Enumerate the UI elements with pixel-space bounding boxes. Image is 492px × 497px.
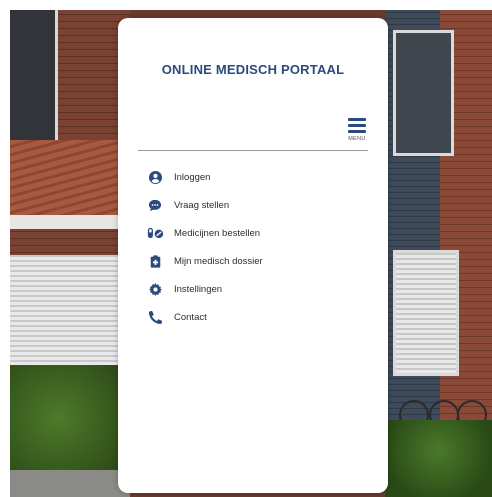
user-circle-icon <box>146 170 164 184</box>
pills-icon <box>146 226 164 240</box>
phone-icon <box>146 310 164 324</box>
portal-panel: ONLINE MEDISCH PORTAAL MENU Inloggen Vra… <box>118 18 388 493</box>
window-lower <box>393 250 459 376</box>
nav-item-label: Inloggen <box>174 171 211 183</box>
nav-item-instellingen[interactable]: Instellingen <box>146 275 263 303</box>
window-blinds <box>10 255 128 375</box>
nav-item-label: Medicijnen bestellen <box>174 227 261 239</box>
nav-item-medicijnen-bestellen[interactable]: Medicijnen bestellen <box>146 219 263 247</box>
nav-item-label: Contact <box>174 311 207 323</box>
hamburger-icon-bar <box>348 124 366 127</box>
hedge <box>385 420 492 497</box>
roof-tiles <box>10 140 130 220</box>
nav-item-inloggen[interactable]: Inloggen <box>146 163 263 191</box>
nav-menu: Inloggen Vraag stellen Medicijnen bestel… <box>146 163 263 331</box>
medical-file-icon <box>146 254 164 268</box>
portal-title: ONLINE MEDISCH PORTAAL <box>161 62 345 77</box>
menu-label: MENU <box>348 136 366 142</box>
nav-item-vraag-stellen[interactable]: Vraag stellen <box>146 191 263 219</box>
nav-item-contact[interactable]: Contact <box>146 303 263 331</box>
hamburger-icon <box>348 118 366 121</box>
pavement <box>10 470 130 497</box>
nav-item-mijn-medisch-dossier[interactable]: Mijn medisch dossier <box>146 247 263 275</box>
nav-item-label: Instellingen <box>174 283 223 295</box>
divider <box>138 150 368 151</box>
window <box>10 10 58 140</box>
gear-icon <box>146 282 164 296</box>
menu-button[interactable]: MENU <box>346 118 368 148</box>
window-upper <box>393 30 454 156</box>
chat-bubble-icon <box>146 198 164 212</box>
gutter <box>10 215 130 229</box>
nav-item-label: Mijn medisch dossier <box>174 255 263 267</box>
nav-item-label: Vraag stellen <box>174 199 230 211</box>
hamburger-icon-bar <box>348 130 366 133</box>
